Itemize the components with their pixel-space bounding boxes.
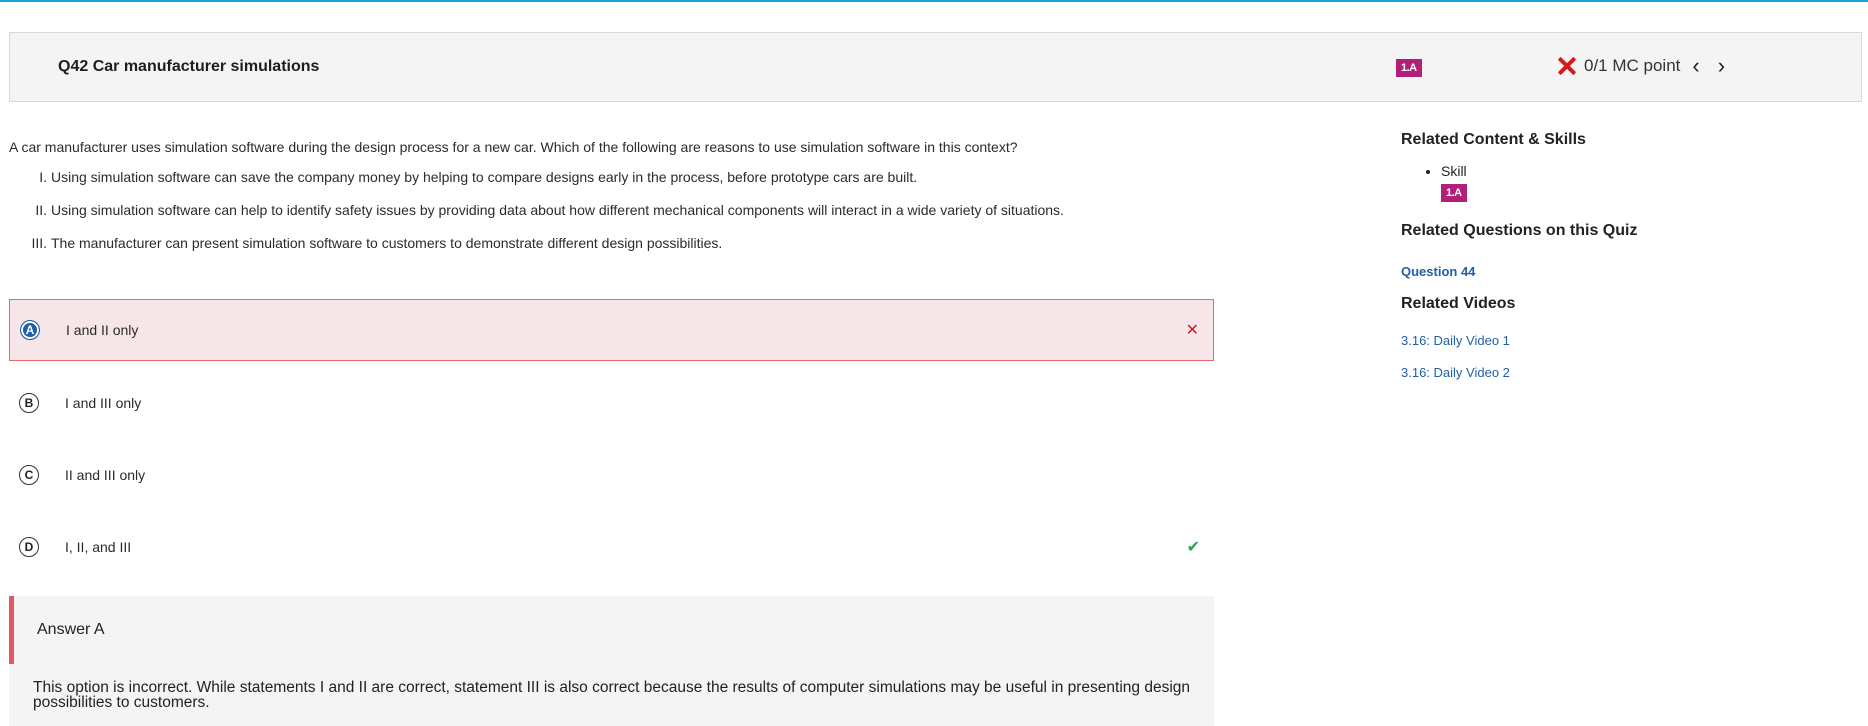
answer-title: Answer A bbox=[37, 621, 105, 638]
answer-accent-bar bbox=[9, 596, 14, 664]
top-accent-rule bbox=[0, 0, 1868, 2]
option-a[interactable]: A I and II only ✕ bbox=[9, 299, 1214, 361]
statement-number: I. bbox=[39, 169, 47, 185]
option-text: I and II only bbox=[66, 322, 139, 338]
answer-explanation-panel: Answer A This option is incorrect. While… bbox=[9, 596, 1214, 726]
option-c[interactable]: C II and III only bbox=[9, 444, 1214, 506]
question-header: Q42 Car manufacturer simulations 1.A 0/1… bbox=[9, 32, 1862, 102]
statement-text: Using simulation software can help to id… bbox=[51, 202, 1064, 218]
option-letter-a: A bbox=[20, 320, 40, 340]
incorrect-mark-icon: ✕ bbox=[1185, 322, 1199, 339]
sidebar-skill-badge[interactable]: 1.A bbox=[1441, 184, 1467, 202]
option-text: II and III only bbox=[65, 467, 146, 483]
question-stem: A car manufacturer uses simulation softw… bbox=[9, 139, 1018, 155]
related-questions-heading: Related Questions on this Quiz bbox=[1401, 222, 1638, 239]
statement-number: III. bbox=[31, 235, 47, 251]
statement-text: Using simulation software can save the c… bbox=[51, 169, 918, 185]
statement-item: III. The manufacturer can present simula… bbox=[9, 235, 1209, 251]
video-link-1[interactable]: 3.16: Daily Video 1 bbox=[1401, 333, 1841, 348]
option-letter-b: B bbox=[19, 393, 39, 413]
option-b[interactable]: B I and III only bbox=[9, 372, 1214, 434]
option-letter-d: D bbox=[19, 537, 39, 557]
related-sidebar: Related Content & Skills Skill 1.A Relat… bbox=[1401, 131, 1841, 380]
statement-text: The manufacturer can present simulation … bbox=[51, 235, 723, 251]
skill-list: Skill bbox=[1401, 163, 1841, 179]
incorrect-x-icon bbox=[1556, 55, 1578, 77]
related-content-heading: Related Content & Skills bbox=[1401, 131, 1586, 148]
question-title: Q42 Car manufacturer simulations bbox=[58, 58, 320, 75]
correct-check-icon: ✔ bbox=[1186, 539, 1200, 556]
score-text: 0/1 MC point bbox=[1584, 56, 1681, 75]
answer-explanation: This option is incorrect. While statemen… bbox=[33, 679, 1191, 711]
prev-question-button[interactable]: ‹ bbox=[1686, 55, 1705, 77]
score-area: 0/1 MC point ‹ › bbox=[1556, 55, 1731, 77]
sidebar-skill-badge-wrap: 1.A bbox=[1441, 183, 1841, 202]
related-videos-heading: Related Videos bbox=[1401, 295, 1516, 312]
option-letter-c: C bbox=[19, 465, 39, 485]
next-question-button[interactable]: › bbox=[1712, 55, 1731, 77]
statement-item: II. Using simulation software can help t… bbox=[9, 202, 1209, 218]
video-link-2[interactable]: 3.16: Daily Video 2 bbox=[1401, 365, 1841, 380]
question-body: A car manufacturer uses simulation softw… bbox=[9, 139, 1209, 268]
statement-number: II. bbox=[35, 202, 47, 218]
option-d[interactable]: D I, II, and III ✔ bbox=[9, 516, 1214, 578]
option-text: I and III only bbox=[65, 395, 142, 411]
skill-label: Skill bbox=[1441, 163, 1841, 179]
skill-badge[interactable]: 1.A bbox=[1396, 59, 1422, 77]
statement-item: I. Using simulation software can save th… bbox=[9, 169, 1209, 185]
option-text: I, II, and III bbox=[65, 539, 132, 555]
related-question-link[interactable]: Question 44 bbox=[1401, 264, 1841, 279]
